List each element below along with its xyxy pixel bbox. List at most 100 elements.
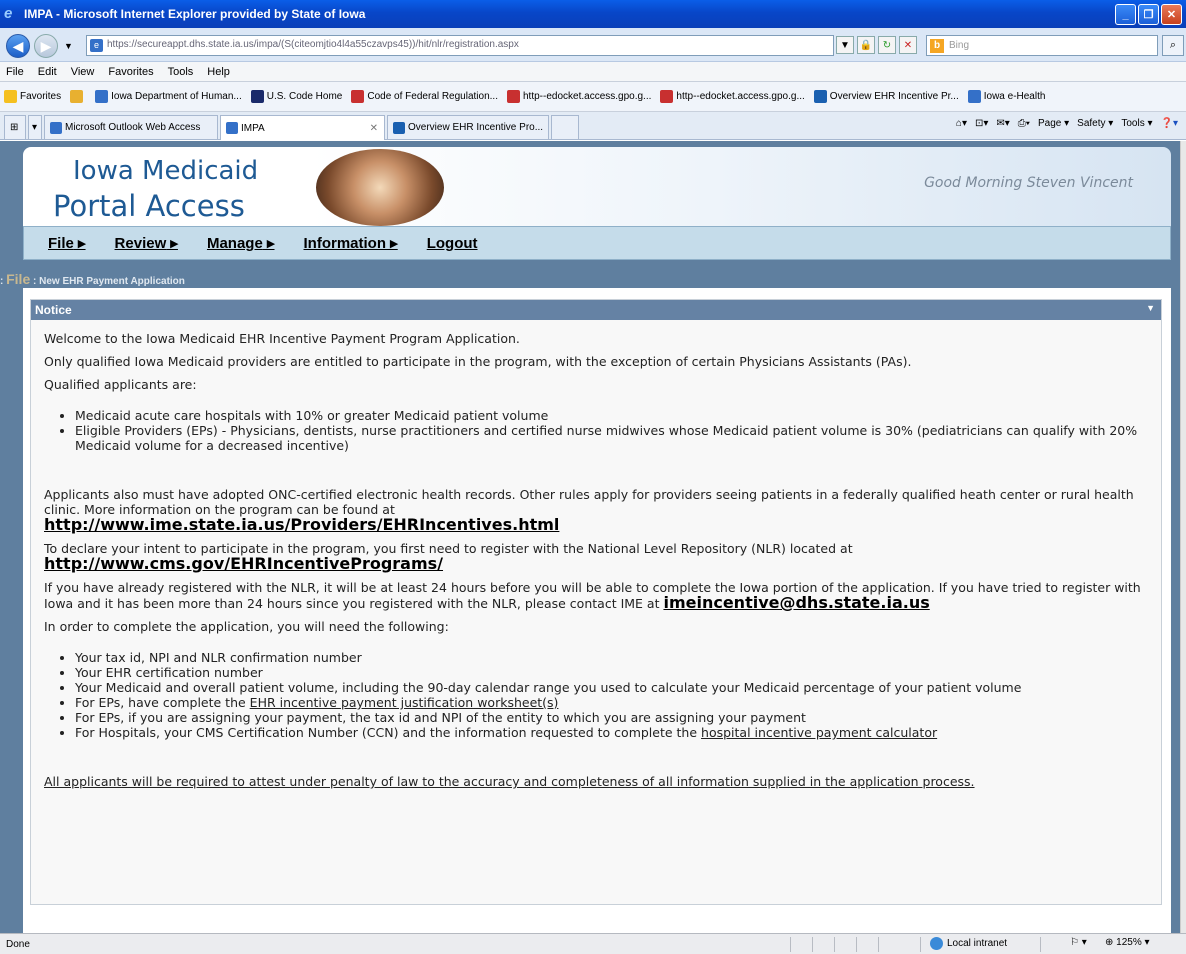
list-item: Your Medicaid and overall patient volume… [75, 680, 1148, 695]
breadcrumb-section: File [6, 271, 31, 287]
lock-icon[interactable]: 🔒 [857, 36, 875, 54]
tab-outlook[interactable]: Microsoft Outlook Web Access [44, 115, 218, 139]
requirements-list: Your tax id, NPI and NLR confirmation nu… [75, 650, 1148, 740]
nav-information[interactable]: Information ▸ [304, 234, 398, 252]
collapse-icon[interactable]: ▼ [1146, 303, 1155, 313]
gpo-icon [351, 90, 365, 103]
list-item: For Hospitals, your CMS Certification Nu… [75, 725, 1148, 740]
close-tab-icon[interactable]: ✕ [370, 123, 378, 134]
mail-icon[interactable]: ✉▾ [996, 118, 1009, 129]
notice-intro: Welcome to the Iowa Medicaid EHR Incenti… [44, 331, 520, 346]
nav-manage[interactable]: Manage ▸ [207, 234, 275, 252]
help-icon[interactable]: ❓▾ [1161, 118, 1178, 129]
ie-page-icon [967, 90, 981, 103]
search-button[interactable]: ⌕ [1162, 35, 1184, 56]
favorite-link-4[interactable]: http--edocket.access.gpo.g... [506, 90, 651, 103]
menu-edit[interactable]: Edit [38, 66, 57, 78]
ime-email-link[interactable]: imeincentive@dhs.state.ia.us [663, 593, 929, 612]
gpo-icon [506, 90, 520, 103]
zone-indicator: Local intranet [930, 937, 1007, 950]
notice-panel: Notice ▼ Welcome to the Iowa Medicaid EH… [30, 299, 1162, 905]
close-button[interactable]: ✕ [1161, 4, 1182, 25]
tab-list-dropdown[interactable]: ▾ [28, 115, 42, 139]
minimize-button[interactable]: _ [1115, 4, 1136, 25]
address-text: https://secureappt.dhs.state.ia.us/impa/… [107, 39, 519, 50]
menu-view[interactable]: View [71, 66, 95, 78]
cms-icon [393, 121, 405, 134]
star-icon [4, 90, 17, 103]
gpo-icon [660, 90, 674, 103]
ie-page-icon [50, 121, 62, 134]
page-menu[interactable]: Page ▾ [1038, 118, 1069, 129]
notice-ehr-info: Applicants also must have adopted ONC-ce… [44, 487, 1134, 534]
menu-help[interactable]: Help [207, 66, 230, 78]
tools-menu[interactable]: Tools ▾ [1121, 118, 1152, 129]
zoom-control[interactable]: ⊕ 125% ▾ [1105, 937, 1150, 948]
favorites-bar: Favorites Iowa Department of Human... U.… [0, 82, 1186, 112]
nav-logout[interactable]: Logout [427, 235, 478, 252]
worksheet-link[interactable]: EHR incentive payment justification work… [250, 695, 559, 710]
list-item: Your EHR certification number [75, 665, 1148, 680]
new-tab-button[interactable] [551, 115, 579, 139]
cms-icon [813, 90, 827, 103]
home-icon[interactable]: ⌂▾ [956, 118, 967, 129]
add-favorite-icon [70, 90, 84, 103]
search-input[interactable]: b Bing [926, 35, 1158, 56]
tab-overview-ehr[interactable]: Overview EHR Incentive Pro... [387, 115, 549, 139]
favorite-link-3[interactable]: Code of Federal Regulation... [351, 90, 498, 103]
web-page: Iowa Medicaid Portal Access Good Morning… [0, 141, 1180, 933]
favorite-link-6[interactable]: Overview EHR Incentive Pr... [813, 90, 959, 103]
recent-pages-dropdown-icon[interactable]: ▼ [64, 41, 73, 51]
attestation-link[interactable]: All applicants will be required to attes… [44, 774, 1148, 789]
status-text: Done [6, 938, 30, 950]
forward-button[interactable]: ▶ [34, 34, 58, 58]
safety-menu[interactable]: Safety ▾ [1077, 118, 1113, 129]
address-bar-row: ◀ ▶ ▼ e https://secureappt.dhs.state.ia.… [0, 28, 1186, 62]
status-bar: Done Local intranet ⚐ ▾ ⊕ 125% ▾ [0, 933, 1186, 954]
list-item: For EPs, if you are assigning your payme… [75, 710, 1148, 725]
print-icon[interactable]: ⎙▾ [1018, 118, 1030, 129]
notice-registered-info: If you have already registered with the … [44, 580, 1141, 612]
address-dropdown-icon[interactable]: ▼ [836, 36, 854, 54]
favorite-link-1[interactable]: Iowa Department of Human... [95, 90, 242, 103]
logo-line1: Iowa Medicaid [73, 156, 259, 186]
nav-review[interactable]: Review ▸ [115, 234, 178, 252]
page-scrollbar[interactable] [1180, 141, 1186, 933]
back-button[interactable]: ◀ [6, 34, 30, 58]
bing-icon: b [930, 39, 944, 53]
list-item: Your tax id, NPI and NLR confirmation nu… [75, 650, 1148, 665]
add-favorite-button[interactable] [70, 90, 86, 103]
address-input[interactable]: e https://secureappt.dhs.state.ia.us/imp… [86, 35, 834, 56]
favorite-link-5[interactable]: http--edocket.access.gpo.g... [660, 90, 805, 103]
menu-bar: File Edit View Favorites Tools Help [0, 62, 1186, 82]
notice-body: Welcome to the Iowa Medicaid EHR Incenti… [31, 320, 1161, 808]
hospital-calculator-link[interactable]: hospital incentive payment calculator [701, 725, 937, 740]
greeting-text: Good Morning Steven Vincent [924, 175, 1133, 191]
hands-photo [316, 149, 444, 226]
maximize-button[interactable]: ❐ [1138, 4, 1159, 25]
menu-file[interactable]: File [6, 66, 24, 78]
site-banner: Iowa Medicaid Portal Access Good Morning… [23, 147, 1171, 226]
favorites-button[interactable]: Favorites [4, 90, 61, 103]
ime-ehr-link[interactable]: http://www.ime.state.ia.us/Providers/EHR… [44, 515, 559, 534]
page-icon: e [90, 39, 103, 52]
notice-nlr-info: To declare your intent to participate in… [44, 541, 853, 573]
ie-page-icon [95, 90, 109, 103]
notice-header[interactable]: Notice ▼ [31, 300, 1161, 320]
menu-favorites[interactable]: Favorites [108, 66, 153, 78]
search-placeholder: Bing [949, 40, 970, 51]
refresh-icon[interactable]: ↻ [878, 36, 896, 54]
favorite-link-2[interactable]: U.S. Code Home [250, 90, 342, 103]
stop-icon[interactable]: ✕ [899, 36, 917, 54]
favorite-link-7[interactable]: Iowa e-Health [967, 90, 1045, 103]
tab-impa[interactable]: IMPA ✕ [220, 115, 385, 140]
notice-eligibility: Only qualified Iowa Medicaid providers a… [44, 354, 912, 369]
site-nav: File ▸ Review ▸ Manage ▸ Information ▸ L… [23, 226, 1171, 260]
protected-mode-icon[interactable]: ⚐ ▾ [1070, 937, 1087, 948]
menu-tools[interactable]: Tools [168, 66, 194, 78]
quick-tabs-button[interactable]: ⊞ [4, 115, 26, 139]
list-item: Medicaid acute care hospitals with 10% o… [75, 408, 1148, 423]
cms-ehr-link[interactable]: http://www.cms.gov/EHRIncentivePrograms/ [44, 554, 443, 573]
nav-file[interactable]: File ▸ [48, 234, 86, 252]
feeds-icon[interactable]: ⊡▾ [975, 118, 988, 129]
